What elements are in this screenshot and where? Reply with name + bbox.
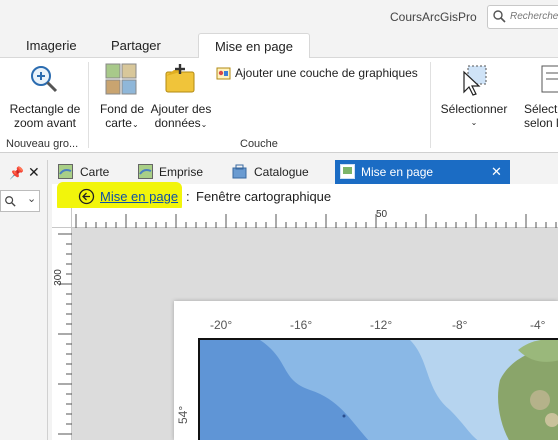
zoom-in-icon [31,66,58,93]
longitude-label: -20° [210,318,233,332]
search-icon [5,196,16,207]
ribbon-separator [88,62,89,148]
ruler-ticks [75,214,557,228]
basemap-icon [105,63,137,95]
ribbon-tab-imagerie[interactable]: Imagerie [26,38,77,58]
tab-carte-label: Carte [80,165,110,179]
close-icon[interactable]: ✕ [28,164,40,181]
zoom-rect-label-2: zoom avant [13,116,77,130]
ruler-ticks [58,233,72,435]
add-graphics-layer-label: Ajouter une couche de graphiques [235,66,418,80]
chevron-down-icon[interactable]: ⌄ [27,192,36,205]
chevron-down-icon: ⌄ [200,120,208,129]
ruler-corner [52,208,72,228]
group-label-nav: Nouveau gro... [6,138,79,150]
panel-search-input[interactable]: ⌄ [0,190,40,212]
select-by-label-2: selon les [524,116,558,130]
breadcrumb-link[interactable]: Mise en page [100,189,178,204]
vertical-ruler: 300 [52,228,72,440]
chevron-down-icon: ⌄ [470,118,478,127]
breadcrumb-current: Fenêtre cartographique [196,189,332,204]
ribbon-tab-mise-en-page[interactable]: Mise en page [198,33,310,58]
select-cursor-icon [463,65,487,96]
close-icon[interactable]: ✕ [491,164,502,180]
project-title: CoursArcGisPro [390,10,477,24]
tab-catalogue[interactable]: Catalogue [232,160,332,184]
pin-icon[interactable]: 📌 [9,166,24,180]
map-image [200,340,558,440]
add-graphics-layer-button[interactable]: Ajouter une couche de graphiques [216,64,426,82]
graphics-layer-icon [216,67,231,80]
zoom-rect-label-1: Rectangle de [9,102,81,116]
search-icon [493,10,506,23]
map-icon [58,164,73,179]
longitude-label: -12° [370,318,393,332]
select-by-attributes-button[interactable]: Sélecti selon les [512,62,558,132]
map-frame[interactable] [198,338,558,440]
tab-mise-en-page[interactable]: Mise en page ✕ [335,160,510,184]
search-placeholder: Rechercher [510,11,558,22]
tab-emprise[interactable]: Emprise [138,160,230,184]
select-by-icon [541,65,558,93]
longitude-label: -8° [452,318,468,332]
chevron-down-icon: ⌄ [131,120,139,129]
ruler-label: 50 [376,209,388,220]
ruler-label: 300 [52,269,64,286]
select-label: Sélectionner [440,102,508,116]
ribbon-tab-partager[interactable]: Partager [111,38,161,58]
longitude-label: -4° [530,318,546,332]
horizontal-ruler: 50 [52,208,558,228]
basemap-label-2: carte [105,116,132,130]
catalog-icon [232,164,247,179]
ribbon-separator [430,62,431,148]
longitude-label: -16° [290,318,313,332]
zoom-rectangle-button[interactable]: Rectangle de zoom avant [6,62,84,130]
tab-carte[interactable]: Carte [56,160,138,184]
tab-catalogue-label: Catalogue [254,165,309,179]
ribbon-tab-mise-en-page-label: Mise en page [214,39,294,54]
add-data-icon [165,64,195,93]
select-button[interactable]: Sélectionner ⌄ [438,62,510,132]
add-data-label-1: Ajouter des [150,102,212,116]
basemap-button[interactable]: Fond de carte⌄ [96,62,148,132]
layout-icon [340,164,355,179]
search-input[interactable]: Rechercher [487,5,558,29]
basemap-label-1: Fond de [99,102,145,116]
tab-mise-en-page-label: Mise en page [361,165,434,179]
document-tab-bar: Carte Emprise Catalogue Mise en page ✕ [52,160,558,184]
add-data-label-2: données [154,116,201,130]
back-arrow-icon[interactable] [78,188,95,205]
ribbon: Rectangle de zoom avant Nouveau gro... F… [0,57,558,153]
tab-emprise-label: Emprise [159,165,204,179]
breadcrumb-separator: : [186,189,190,204]
select-by-label-1: Sélecti [524,102,558,116]
latitude-label: 54° [176,405,190,424]
add-data-button[interactable]: Ajouter des données⌄ [148,62,214,132]
map-icon [138,164,153,179]
left-dock-panel: 📌 ✕ ⌄ [0,160,48,440]
title-bar: CoursArcGisPro Rechercher [0,0,558,32]
group-label-layer: Couche [240,138,278,150]
